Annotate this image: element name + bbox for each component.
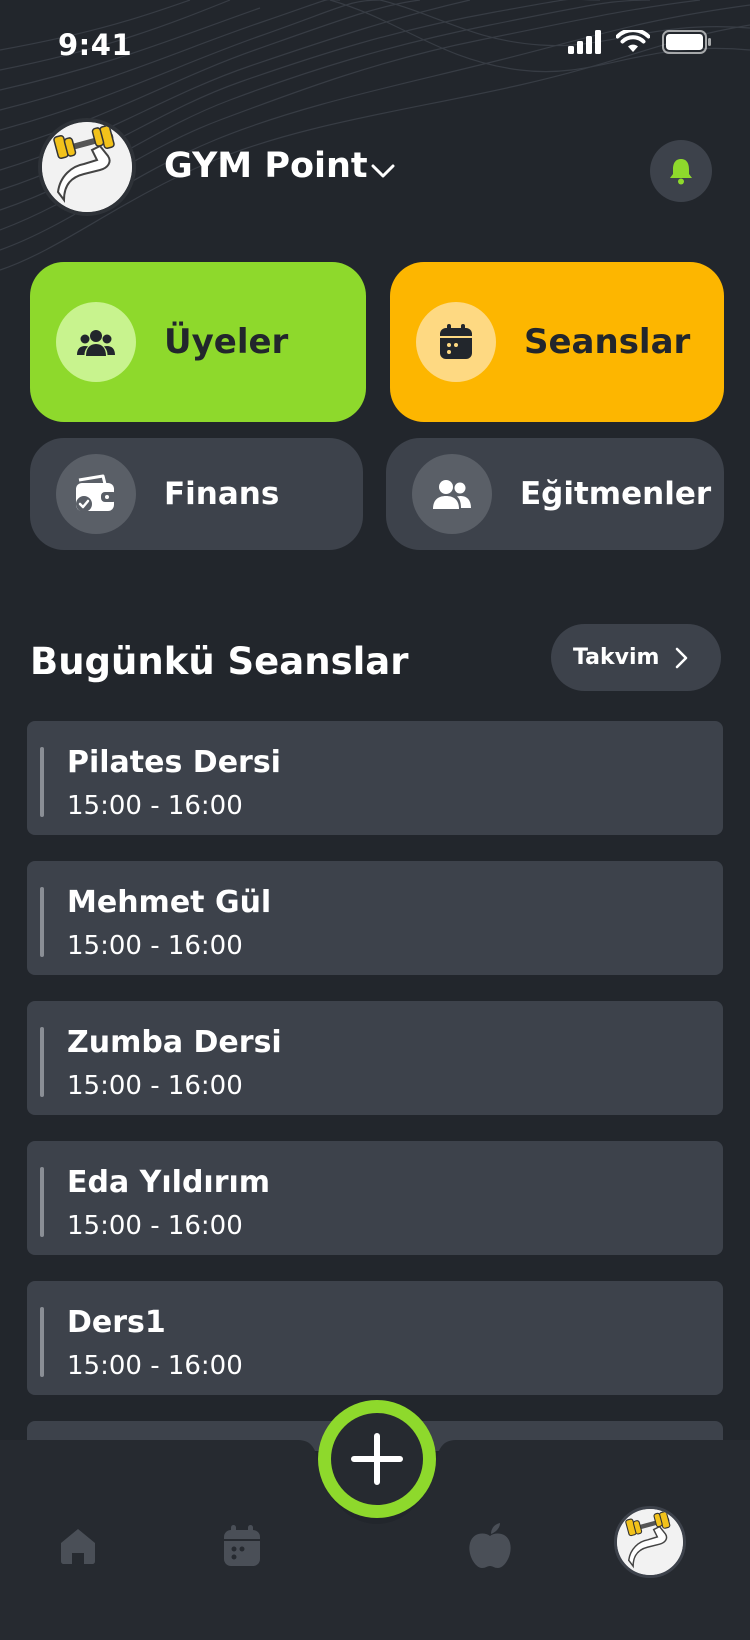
session-accent-bar (40, 1307, 44, 1377)
finance-label: Finans (164, 476, 280, 512)
users-icon (77, 330, 115, 356)
members-label: Üyeler (164, 322, 289, 362)
session-list: Pilates Dersi 15:00 - 16:00 Mehmet Gül 1… (27, 721, 723, 1421)
trainers-icon-wrap (412, 454, 492, 534)
nav-home[interactable] (50, 1518, 106, 1574)
sessions-tile[interactable]: Seanslar (390, 262, 724, 422)
notifications-button[interactable] (650, 140, 712, 202)
session-card[interactable]: Zumba Dersi 15:00 - 16:00 (27, 1001, 723, 1115)
finance-tile[interactable]: Finans (30, 438, 363, 550)
gym-logo-avatar[interactable] (38, 118, 136, 216)
gym-logo-icon (617, 1509, 683, 1575)
session-title: Mehmet Gül (67, 885, 272, 920)
session-title: Ders1 (67, 1305, 166, 1340)
finance-icon-wrap (56, 454, 136, 534)
signal-icon (568, 30, 601, 54)
session-time: 15:00 - 16:00 (67, 931, 243, 961)
chevron-down-icon[interactable] (368, 156, 398, 186)
apple-icon (469, 1523, 511, 1568)
add-button[interactable] (318, 1400, 436, 1518)
bell-icon (670, 159, 692, 185)
wallet-icon (76, 474, 117, 512)
status-time: 9:41 (58, 28, 133, 62)
sessions-icon-wrap (416, 302, 496, 382)
sessions-label: Seanslar (524, 322, 691, 362)
nav-calendar[interactable] (214, 1518, 270, 1574)
battery-icon (662, 30, 711, 54)
session-card[interactable]: Pilates Dersi 15:00 - 16:00 (27, 721, 723, 835)
session-card[interactable]: Mehmet Gül 15:00 - 16:00 (27, 861, 723, 975)
plus-icon (351, 1433, 403, 1485)
members-tile[interactable]: Üyeler (30, 262, 366, 422)
add-button-inner (331, 1413, 423, 1505)
session-accent-bar (40, 747, 44, 817)
session-accent-bar (40, 1027, 44, 1097)
session-card[interactable]: Eda Yıldırım 15:00 - 16:00 (27, 1141, 723, 1255)
gym-name[interactable]: GYM Point (164, 146, 368, 186)
session-time: 15:00 - 16:00 (67, 1211, 243, 1241)
trainers-tile[interactable]: Eğitmenler (386, 438, 724, 550)
chevron-right-icon (676, 647, 688, 668)
calendar-icon (440, 324, 472, 359)
session-accent-bar (40, 887, 44, 957)
trainers-icon (433, 480, 471, 509)
home-icon (61, 1529, 95, 1564)
nav-nutrition[interactable] (462, 1518, 518, 1574)
status-bar: 9:41 (0, 0, 750, 92)
status-icons (568, 30, 712, 54)
todays-sessions-title: Bugünkü Seanslar (30, 640, 409, 683)
wifi-icon (616, 30, 650, 52)
members-icon-wrap (56, 302, 136, 382)
session-time: 15:00 - 16:00 (67, 791, 243, 821)
calendar-icon (224, 1525, 260, 1566)
calendar-button-label: Takvim (573, 645, 660, 670)
calendar-button[interactable]: Takvim (551, 624, 721, 691)
session-time: 15:00 - 16:00 (67, 1071, 243, 1101)
session-time: 15:00 - 16:00 (67, 1351, 243, 1381)
nav-profile-avatar[interactable] (614, 1506, 686, 1578)
session-title: Pilates Dersi (67, 745, 281, 780)
app-header: GYM Point (0, 110, 750, 220)
session-card[interactable]: Ders1 15:00 - 16:00 (27, 1281, 723, 1395)
gym-logo-icon (42, 122, 132, 212)
session-title: Zumba Dersi (67, 1025, 282, 1060)
trainers-label: Eğitmenler (520, 476, 712, 512)
session-title: Eda Yıldırım (67, 1165, 271, 1200)
session-accent-bar (40, 1167, 44, 1237)
